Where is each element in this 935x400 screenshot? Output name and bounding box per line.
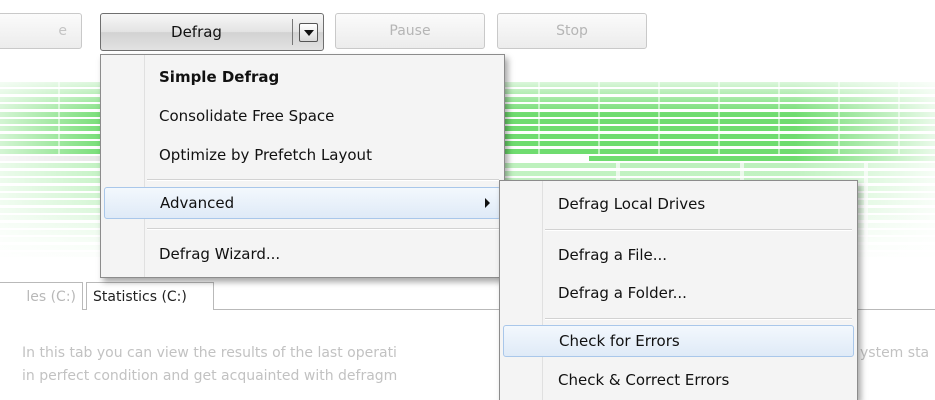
menu-item-simple-defrag[interactable]: Simple Defrag: [104, 61, 501, 93]
menu-separator: [545, 318, 852, 320]
menu-item-label: Advanced: [160, 194, 235, 212]
menu-item-label: Check for Errors: [559, 332, 680, 350]
tab-files[interactable]: les (C:): [0, 282, 83, 310]
menu-separator: [147, 228, 499, 230]
menu-item-label: Defrag Local Drives: [558, 195, 706, 213]
dropdown-arrow-icon[interactable]: [299, 23, 318, 42]
advanced-submenu: Defrag Local Drives Defrag a File... Def…: [499, 180, 858, 400]
menu-item-check-correct-errors[interactable]: Check & Correct Errors: [503, 364, 854, 396]
menu-item-label: Simple Defrag: [159, 68, 280, 86]
menu-item-defrag-folder[interactable]: Defrag a Folder...: [503, 277, 854, 309]
toolbar-button-partial[interactable]: e: [0, 13, 82, 49]
menu-item-label: Defrag a Folder...: [558, 284, 687, 302]
menu-item-optimize-prefetch[interactable]: Optimize by Prefetch Layout: [104, 139, 501, 171]
menu-item-label: Defrag a File...: [558, 246, 668, 264]
description-line1: In this tab you can view the results of …: [22, 345, 397, 361]
toolbar-button-partial-label: e: [58, 23, 67, 39]
tab-statistics[interactable]: Statistics (C:): [86, 282, 214, 310]
split-divider: [292, 19, 293, 45]
menu-item-advanced[interactable]: Advanced: [104, 187, 501, 219]
stop-button-label: Stop: [556, 23, 588, 39]
tab-statistics-label: Statistics (C:): [93, 288, 187, 305]
menu-item-defrag-local-drives[interactable]: Defrag Local Drives: [503, 188, 854, 220]
menu-item-defrag-wizard[interactable]: Defrag Wizard...: [104, 238, 501, 270]
menu-item-check-errors[interactable]: Check for Errors: [503, 325, 854, 357]
submenu-arrow-icon: [485, 198, 490, 208]
stop-button[interactable]: Stop: [497, 13, 647, 49]
menu-separator: [147, 179, 499, 181]
menu-item-label: Check & Correct Errors: [558, 371, 730, 389]
pause-button-label: Pause: [389, 23, 431, 39]
menu-item-label: Defrag Wizard...: [159, 245, 281, 263]
menu-item-consolidate-free-space[interactable]: Consolidate Free Space: [104, 100, 501, 132]
defrag-split-button[interactable]: Defrag: [100, 13, 324, 51]
tab-files-label: les (C:): [26, 288, 76, 305]
pause-button[interactable]: Pause: [335, 13, 485, 49]
defrag-button-label[interactable]: Defrag: [101, 14, 292, 50]
defrag-menu: Simple Defrag Consolidate Free Space Opt…: [100, 54, 505, 278]
menu-separator: [545, 229, 852, 231]
menu-item-defrag-file[interactable]: Defrag a File...: [503, 239, 854, 271]
menu-item-label: Consolidate Free Space: [159, 107, 335, 125]
menu-item-label: Optimize by Prefetch Layout: [159, 146, 372, 164]
description-line1-right: ystem sta: [860, 345, 930, 361]
